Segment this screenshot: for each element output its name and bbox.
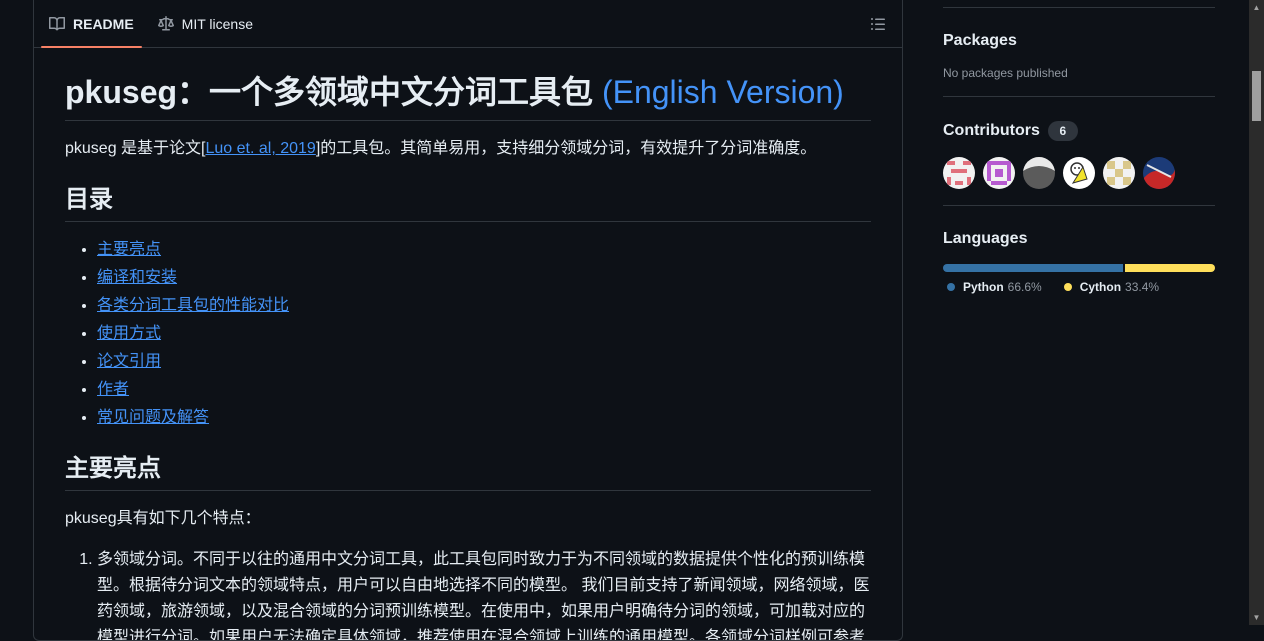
intro-text-before: pkuseg 是基于论文[ [65, 140, 206, 157]
scroll-down-arrow-icon[interactable]: ▼ [1249, 610, 1264, 625]
tab-license-label: MIT license [181, 15, 253, 32]
toc-item: 常见问题及解答 [97, 406, 871, 430]
readme-title-text: pkuseg：一个多领域中文分词工具包 [65, 74, 602, 110]
readme-title: pkuseg：一个多领域中文分词工具包 (English Version) [65, 72, 871, 121]
contributors-section: Contributors 6 [943, 97, 1215, 206]
packages-title[interactable]: Packages [943, 32, 1017, 50]
paper-link[interactable]: Luo et. al, 2019 [206, 140, 316, 157]
contributor-avatar[interactable] [1063, 157, 1095, 189]
language-item-python[interactable]: Python 66.6% [947, 280, 1042, 294]
contributor-avatar[interactable] [1103, 157, 1135, 189]
language-name: Cython [1079, 280, 1122, 294]
toc-link-authors[interactable]: 作者 [97, 381, 129, 398]
toc-item: 主要亮点 [97, 238, 871, 262]
readme-tabbar: README MIT license [34, 0, 902, 48]
cython-color-dot [1063, 283, 1072, 291]
toc-link-usage[interactable]: 使用方式 [97, 325, 161, 342]
toc-link-install[interactable]: 编译和安装 [97, 269, 177, 286]
features-list: 多领域分词。不同于以往的通用中文分词工具，此工具包同时致力于为不同领域的数据提供… [65, 547, 871, 640]
intro-text-after: ]的工具包。其简单易用，支持细分领域分词，有效提升了分词准确度。 [315, 140, 817, 157]
list-unordered-icon [871, 18, 885, 30]
language-bar-cython[interactable] [1124, 264, 1215, 272]
toc-item: 作者 [97, 378, 871, 402]
law-scale-icon [157, 15, 174, 30]
toc-heading: 目录 [65, 185, 871, 222]
python-color-dot [947, 283, 955, 291]
page-scrollbar[interactable]: ▲ ▼ [1249, 0, 1264, 625]
contributor-avatar[interactable] [1143, 157, 1175, 189]
scroll-up-arrow-icon[interactable]: ▲ [1249, 0, 1264, 15]
languages-title: Languages [943, 230, 1028, 247]
contributor-avatar[interactable] [1023, 157, 1055, 189]
contributor-avatar[interactable] [983, 157, 1015, 189]
toc-list: 主要亮点 编译和安装 各类分词工具包的性能对比 使用方式 论文引用 作者 常见问… [65, 238, 871, 430]
toc-item: 论文引用 [97, 350, 871, 374]
toc-link-citation[interactable]: 论文引用 [97, 353, 161, 370]
highlights-intro: pkuseg具有如下几个特点： [65, 510, 261, 527]
languages-section: Languages Python 66.6% Cython 33.4% [943, 206, 1215, 310]
tab-readme-label: README [73, 15, 134, 32]
readme-content: pkuseg：一个多领域中文分词工具包 (English Version) pk… [34, 72, 902, 640]
language-percent: 66.6% [1007, 280, 1042, 294]
languages-bar [943, 264, 1215, 272]
feature-item: 多领域分词。不同于以往的通用中文分词工具，此工具包同时致力于为不同领域的数据提供… [97, 547, 871, 640]
highlights-heading: 主要亮点 [65, 454, 871, 491]
packages-section: Packages No packages published [943, 7, 1215, 97]
contributors-count-badge: 6 [1047, 121, 1078, 141]
tab-readme[interactable]: README [41, 0, 142, 48]
toc-link-faq[interactable]: 常见问题及解答 [97, 409, 209, 426]
tab-license[interactable]: MIT license [150, 0, 261, 47]
languages-list: Python 66.6% Cython 33.4% [943, 280, 1215, 294]
language-bar-python[interactable] [943, 264, 1123, 272]
contributors-title[interactable]: Contributors [943, 122, 1040, 140]
toc-item: 编译和安装 [97, 266, 871, 290]
outline-button[interactable] [870, 16, 886, 32]
toc-item: 各类分词工具包的性能对比 [97, 294, 871, 318]
repo-sidebar: Packages No packages published Contribut… [943, 0, 1215, 310]
toc-link-highlights[interactable]: 主要亮点 [97, 241, 161, 258]
contributor-avatar[interactable] [943, 157, 975, 189]
language-percent: 33.4% [1125, 280, 1160, 294]
toc-link-benchmark[interactable]: 各类分词工具包的性能对比 [97, 297, 289, 314]
book-icon [49, 16, 65, 30]
toc-item: 使用方式 [97, 322, 871, 346]
readme-intro: pkuseg 是基于论文[Luo et. al, 2019]的工具包。其简单易用… [65, 137, 871, 161]
contributors-avatars [943, 157, 1215, 189]
scrollbar-thumb[interactable] [1252, 71, 1261, 121]
language-item-cython[interactable]: Cython 33.4% [1063, 280, 1160, 294]
readme-panel: README MIT license pkuseg：一个多领域中文分词工具包 (… [33, 0, 903, 641]
language-name: Python [963, 280, 1004, 294]
packages-empty-text: No packages published [943, 66, 1068, 80]
english-version-link[interactable]: (English Version) [602, 74, 844, 110]
